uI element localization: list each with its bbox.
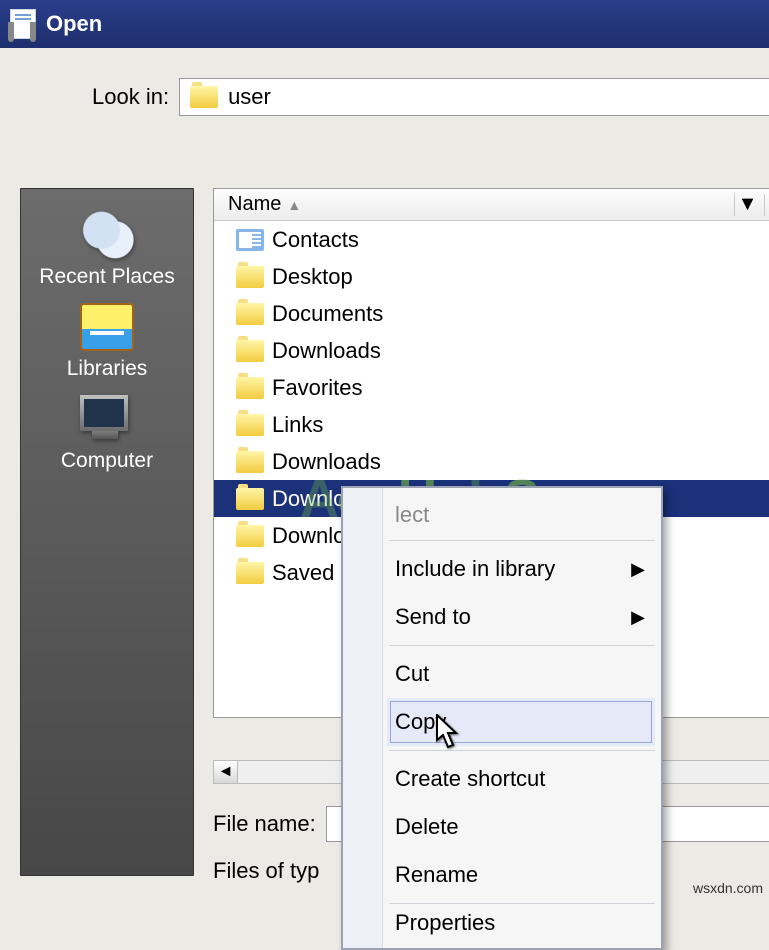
file-row[interactable]: Downloads [214,332,769,369]
context-menu-item-label: Create shortcut [395,766,545,792]
places-bar: Recent Places Libraries Computer [20,188,194,876]
context-menu-item-label: Copy [395,709,446,735]
context-menu-item[interactable]: Copy [387,698,655,746]
file-name-label: Favorites [272,375,362,401]
column-separator [764,194,765,216]
context-menu-item[interactable]: Properties [343,908,661,938]
folder-icon [236,377,264,399]
context-menu-item-label: Cut [395,661,429,687]
file-row[interactable]: Downloads [214,443,769,480]
sidebar-item-label: Computer [61,449,153,473]
source-watermark: wsxdn.com [693,880,763,896]
look-in-row: Look in: user [12,58,769,126]
context-menu-item[interactable]: Cut [343,650,661,698]
file-name-label: Links [272,412,323,438]
look-in-value: user [228,84,271,110]
context-menu-item[interactable]: lect [343,492,661,536]
context-menu-separator [389,903,655,904]
folder-icon [236,340,264,362]
folder-icon [236,488,264,510]
context-menu-item-label: Delete [395,814,459,840]
folder-icon [236,451,264,473]
list-header[interactable]: Name ▲ ▼ [214,189,769,221]
context-menu-item[interactable]: Delete [343,803,661,851]
title-bar: Open [0,0,769,48]
context-menu-separator [389,645,655,646]
sidebar-item-recent-places[interactable]: Recent Places [39,211,174,289]
look-in-combo[interactable]: user [179,78,769,116]
context-menu-separator [389,750,655,751]
column-dropdown-icon[interactable]: ▼ [734,193,760,216]
file-row[interactable]: Links [214,406,769,443]
file-row[interactable]: Favorites [214,369,769,406]
file-name-label: Contacts [272,227,359,253]
context-menu-item[interactable]: Send to [343,593,661,641]
filename-label: File name: [213,811,316,837]
sidebar-item-label: Libraries [67,357,148,381]
file-name-label: Saved [272,560,334,586]
context-menu-item-label: Rename [395,862,478,888]
context-menu-item-label: Include in library [395,556,555,582]
context-menu-separator [389,540,655,541]
computer-icon [80,395,134,443]
filetype-label: Files of typ [213,858,319,884]
context-menu-item-label: Send to [395,604,471,630]
folder-icon [190,86,218,108]
file-row[interactable]: Contacts [214,221,769,258]
sidebar-item-label: Recent Places [39,265,174,289]
context-menu-item-label: lect [395,502,429,528]
recent-places-icon [80,211,134,259]
contacts-icon [236,229,264,251]
folder-icon [236,303,264,325]
notepad-app-icon [10,9,36,39]
window-title: Open [46,11,102,37]
file-name-label: Desktop [272,264,353,290]
file-name-label: Downloads [272,338,381,364]
file-row[interactable]: Desktop [214,258,769,295]
file-name-label: Downloads [272,449,381,475]
context-menu-item[interactable]: Rename [343,851,661,899]
look-in-label: Look in: [92,84,169,110]
folder-icon [236,525,264,547]
context-menu-item[interactable]: Include in library [343,545,661,593]
sidebar-item-computer[interactable]: Computer [61,395,153,473]
scroll-left-icon[interactable]: ◄ [214,761,238,783]
folder-icon [236,562,264,584]
column-name[interactable]: Name [228,193,281,216]
folder-icon [236,414,264,436]
folder-icon [236,266,264,288]
sort-ascending-icon: ▲ [287,197,301,213]
file-row[interactable]: Documents [214,295,769,332]
libraries-icon [80,303,134,351]
sidebar-item-libraries[interactable]: Libraries [67,303,148,381]
context-menu-item-label: Properties [395,910,495,936]
context-menu: lect Include in library Send to Cut Copy Crea… [341,486,663,950]
context-menu-item[interactable]: Create shortcut [343,755,661,803]
file-name-label: Documents [272,301,383,327]
dialog-client: Look in: user Recent Places Libraries Co… [0,48,769,898]
